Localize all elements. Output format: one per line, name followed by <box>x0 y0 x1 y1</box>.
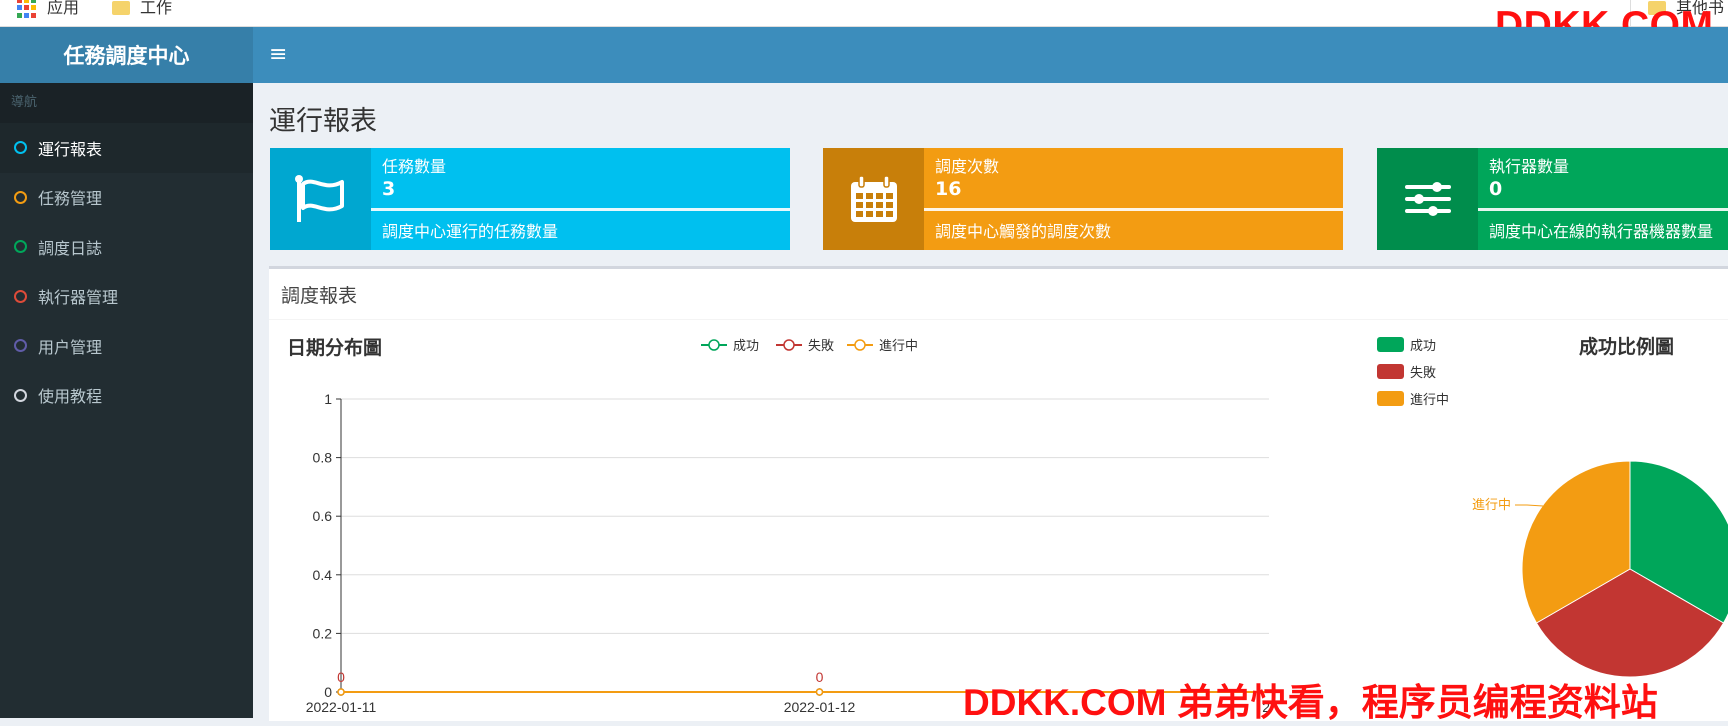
y-tick-label: 0.8 <box>313 450 333 466</box>
bookmark-work-label: 工作 <box>140 0 173 17</box>
info-box-label: 調度次數 <box>935 157 1000 176</box>
sliders-icon <box>1377 148 1478 250</box>
sidebar-item-label: 調度日誌 <box>38 238 103 258</box>
page-title: 運行報表 <box>269 106 377 137</box>
top-navbar: ≡ <box>253 27 1728 83</box>
info-box-number: 0 <box>1489 178 1503 200</box>
info-box-jobs: 任務數量 3 調度中心運行的任務數量 <box>270 148 790 250</box>
bookmark-apps-label: 应用 <box>47 0 80 17</box>
sidebar-item-label: 任務管理 <box>38 189 103 209</box>
info-box-executors: 執行器數量 0 調度中心在線的執行器機器數量 <box>1377 148 1728 250</box>
circle-icon <box>14 289 27 303</box>
sidebar-item-help[interactable]: 使用教程 <box>0 371 253 421</box>
x-tick-label: 2022-01-11 <box>306 699 377 715</box>
sidebar: 導航 運行報表 任務管理 調度日誌 執行器管理 用户管理 使用教程 <box>0 83 253 718</box>
sidebar-item-label: 使用教程 <box>38 387 103 407</box>
sidebar-header: 導航 <box>0 83 253 123</box>
data-point <box>815 688 824 696</box>
circle-icon <box>14 141 27 155</box>
calendar-icon <box>823 148 924 250</box>
circle-icon <box>14 190 27 204</box>
sidebar-item-logs[interactable]: 調度日誌 <box>0 222 253 272</box>
app-logo[interactable]: 任務調度中心 <box>0 27 253 83</box>
bookmarks-bar: 应用 工作 其他书 <box>0 0 1728 27</box>
bookmark-apps[interactable]: 应用 <box>17 0 79 18</box>
info-box-triggers: 調度次數 16 調度中心觸發的調度次數 <box>823 148 1343 250</box>
line-chart: 00.20.40.60.810002022-01-112022-01-12202… <box>306 391 1269 715</box>
label-line <box>1515 504 1544 507</box>
info-box-description: 調度中心運行的任務數量 <box>382 222 559 241</box>
progress-bar <box>371 208 790 211</box>
info-box-label: 執行器數量 <box>1489 157 1570 176</box>
report-box: 調度報表 日期分布圖 成功失敗進行中 00.20.40.60.810002022… <box>269 266 1728 721</box>
slice-label: 進行中 <box>1472 497 1511 512</box>
apps-grid-icon <box>17 0 37 18</box>
progress-bar <box>1478 208 1728 211</box>
sidebar-item-executors[interactable]: 執行器管理 <box>0 272 253 322</box>
info-box-description: 調度中心觸發的調度次數 <box>935 222 1112 241</box>
y-tick-label: 0 <box>324 684 332 700</box>
data-label: 0 <box>816 669 824 685</box>
circle-icon <box>14 240 27 254</box>
info-box-content: 調度次數 16 調度中心觸發的調度次數 <box>924 148 1343 250</box>
circle-icon <box>14 388 27 402</box>
y-tick-label: 0.6 <box>313 508 333 524</box>
hamburger-icon[interactable]: ≡ <box>269 39 293 71</box>
pie-chart: 進行中 <box>1472 460 1728 678</box>
info-box-number: 16 <box>935 178 962 200</box>
info-box-content: 任務數量 3 調度中心運行的任務數量 <box>371 148 790 250</box>
info-box-content: 執行器數量 0 調度中心在線的執行器機器數量 <box>1478 148 1728 250</box>
info-box-number: 3 <box>382 178 396 200</box>
bookmark-work[interactable]: 工作 <box>112 0 172 18</box>
progress-bar <box>924 208 1343 211</box>
y-tick-label: 0.2 <box>313 625 333 641</box>
sidebar-item-users[interactable]: 用户管理 <box>0 321 253 371</box>
data-label: 0 <box>337 669 345 685</box>
sidebar-item-label: 執行器管理 <box>38 288 119 308</box>
sidebar-item-label: 用户管理 <box>38 337 103 357</box>
x-tick-label: 2022-01-12 <box>784 699 856 715</box>
info-box-label: 任務數量 <box>382 157 447 176</box>
y-tick-label: 0.4 <box>313 567 333 583</box>
folder-icon <box>112 1 130 15</box>
flag-icon <box>270 148 371 250</box>
y-tick-label: 1 <box>324 391 332 407</box>
sidebar-item-report[interactable]: 運行報表 <box>0 123 253 173</box>
data-point <box>337 688 345 696</box>
sidebar-item-jobs[interactable]: 任務管理 <box>0 173 253 223</box>
circle-icon <box>14 339 27 353</box>
info-box-description: 調度中心在線的執行器機器數量 <box>1489 222 1714 241</box>
sidebar-item-label: 運行報表 <box>38 139 103 159</box>
